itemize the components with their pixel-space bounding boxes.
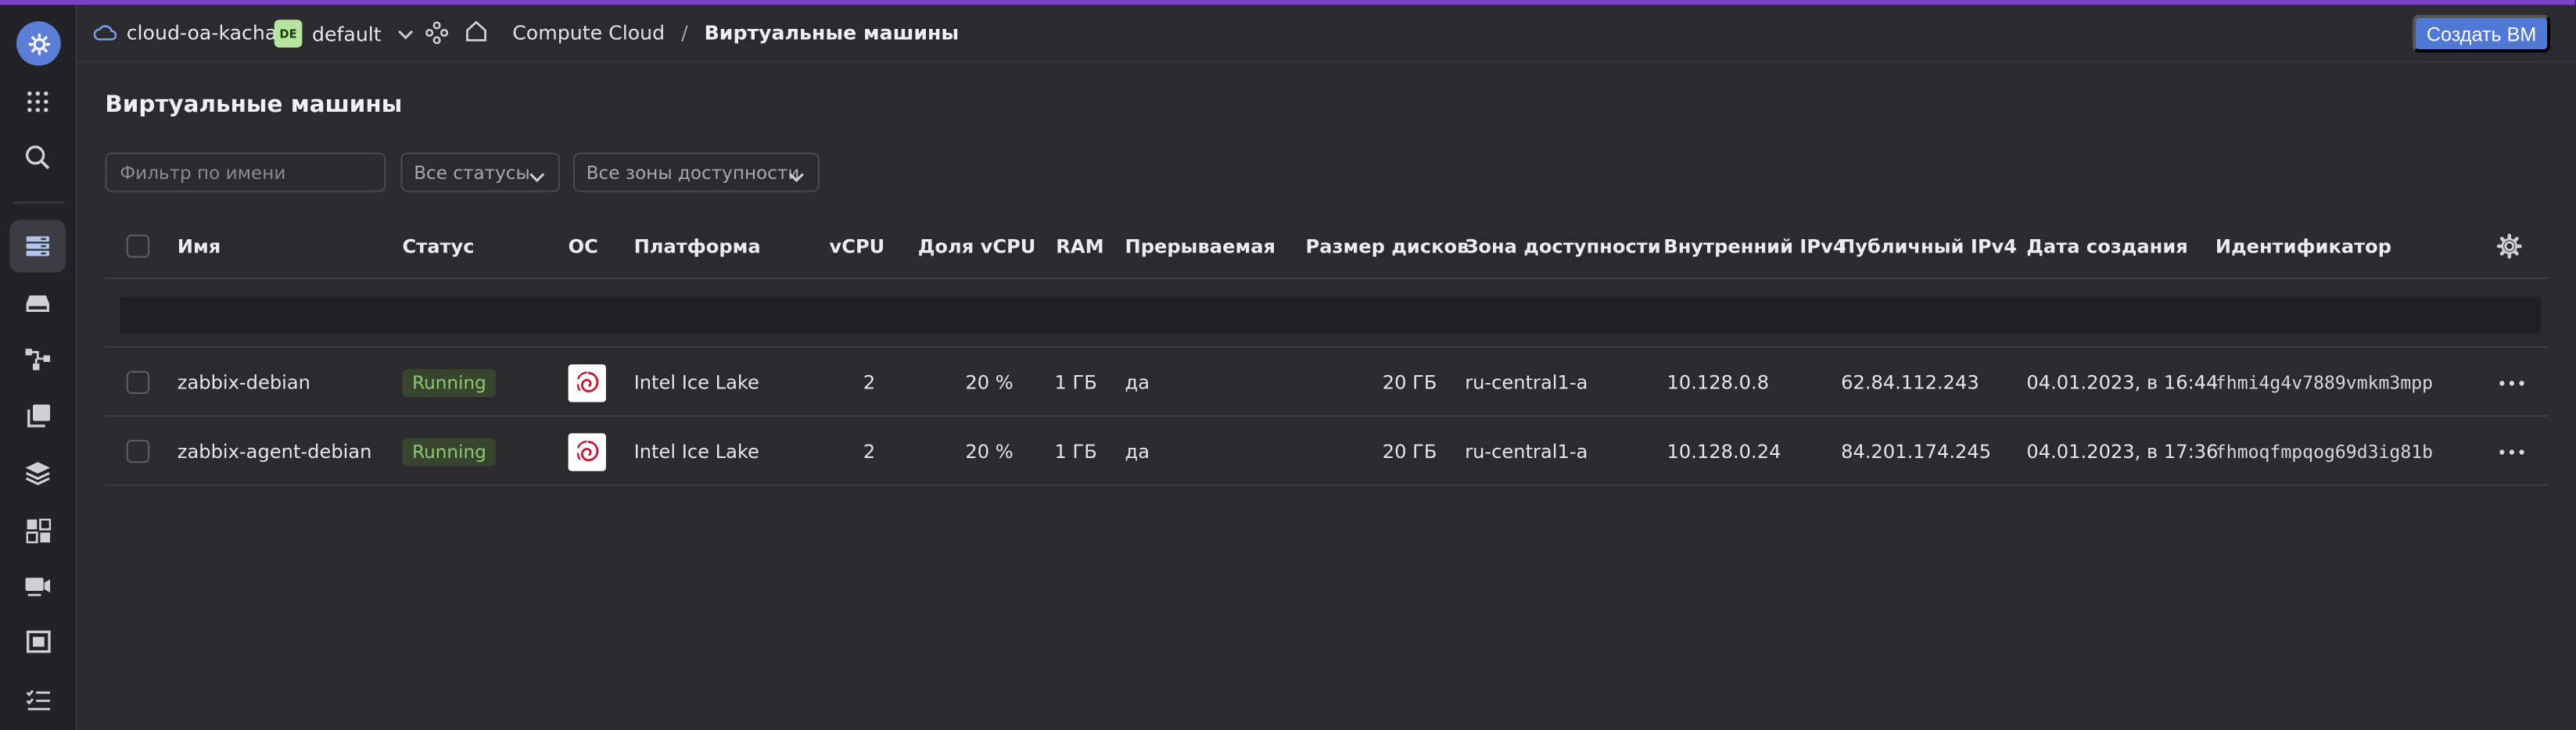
column-header-public-ip[interactable]: Публичный IPv4 <box>1839 213 2017 279</box>
status-badge: Running <box>402 368 497 397</box>
zone-select[interactable]: Все зоны доступности <box>572 152 820 192</box>
logo-icon[interactable] <box>16 21 61 66</box>
column-header-created[interactable]: Дата создания <box>2026 213 2187 279</box>
column-header-preemptible[interactable]: Прерываемая <box>1125 213 1275 279</box>
breadcrumb-compute-cloud[interactable]: Compute Cloud <box>512 21 665 44</box>
images-icon[interactable] <box>21 399 54 431</box>
create-vm-button[interactable]: Создать ВМ <box>2412 14 2551 53</box>
operations-icon[interactable] <box>21 683 54 716</box>
zone-cell: ru-central1-a <box>1465 370 1588 394</box>
left-sidebar <box>0 5 77 730</box>
cloud-name: cloud-oa-kachan <box>126 21 290 45</box>
page-title: Виртуальные машины <box>105 91 403 119</box>
loading-placeholder-bar <box>120 297 2541 334</box>
column-header-platform[interactable]: Платформа <box>634 213 761 279</box>
table-row[interactable]: zabbix-debian Running Intel Ice Lake 2 2… <box>105 346 2549 415</box>
column-header-ram[interactable]: RAM <box>1056 213 1103 279</box>
chevron-down-icon <box>529 166 545 187</box>
folder-badge: DE <box>274 20 303 48</box>
search-icon[interactable] <box>21 141 54 174</box>
vm-id-cell: fhmi4g4v7889vmkm3mpp <box>2215 371 2434 393</box>
disk-size-cell: 20 ГБ <box>1382 439 1437 463</box>
table-row[interactable]: zabbix-agent-debian Running Intel Ice La… <box>105 415 2549 484</box>
vcpu-share-cell: 20 % <box>965 370 1014 394</box>
name-filter-input[interactable] <box>105 152 386 192</box>
cloud-icon <box>93 24 117 41</box>
platform-cell: Intel Ice Lake <box>633 370 759 394</box>
row-checkbox[interactable] <box>126 417 150 485</box>
chevron-down-icon <box>788 166 805 187</box>
ram-cell: 1 ГБ <box>1054 439 1097 463</box>
vcpu-cell: 2 <box>863 370 876 394</box>
preemptible-cell: да <box>1125 370 1150 394</box>
breadcrumb-current: Виртуальные машины <box>704 21 960 45</box>
status-select[interactable]: Все статусы <box>400 152 561 192</box>
column-header-zone[interactable]: Зона доступности <box>1465 213 1660 279</box>
zone-select-value: Все зоны доступности <box>586 161 800 184</box>
row-checkbox[interactable] <box>126 348 150 417</box>
disks-icon[interactable] <box>21 287 54 320</box>
status-cell: Running <box>402 417 497 485</box>
column-header-vcpu[interactable]: vCPU <box>830 213 885 279</box>
folder-selector[interactable]: DE default <box>274 20 414 48</box>
vm-name[interactable]: zabbix-debian <box>178 348 310 417</box>
column-header-vcpu-share[interactable]: Доля vCPU <box>918 213 1035 279</box>
app-root: cloud-oa-kachan DE default Compute Cloud… <box>0 0 2575 730</box>
platform-cell: Intel Ice Lake <box>633 439 759 463</box>
select-all-checkbox[interactable] <box>126 213 150 279</box>
vcpu-cell: 2 <box>863 439 876 463</box>
public-ip-cell: 62.84.112.243 <box>1841 370 1979 394</box>
sidebar-divider <box>13 202 64 204</box>
status-badge: Running <box>402 437 497 466</box>
folder-name: default <box>311 22 382 45</box>
vm-id-cell: fhmoqfmpqog69d3ig81b <box>2215 440 2434 463</box>
virtual-machines-icon[interactable] <box>9 220 66 273</box>
cloud-selector[interactable]: cloud-oa-kachan <box>93 21 290 45</box>
debian-os-icon <box>568 417 606 485</box>
column-header-os[interactable]: ОС <box>569 213 598 279</box>
more-actions-icon[interactable] <box>2499 417 2524 485</box>
status-select-value: Все статусы <box>414 161 530 184</box>
chevron-down-icon <box>398 29 414 39</box>
internal-ip-cell: 10.128.0.8 <box>1667 370 1770 394</box>
preemptible-cell: да <box>1125 439 1150 463</box>
created-cell: 04.01.2023, в 17:36 <box>2026 439 2219 463</box>
zone-cell: ru-central1-a <box>1465 439 1588 463</box>
placement-groups-icon[interactable] <box>21 343 54 376</box>
file-storage-icon[interactable] <box>21 625 54 658</box>
column-header-internal-ip[interactable]: Внутренний IPv4 <box>1663 213 1846 279</box>
table-settings-gear-icon[interactable] <box>2496 213 2523 279</box>
services-icon[interactable] <box>425 21 449 45</box>
public-ip-cell: 84.201.174.245 <box>1841 439 1992 463</box>
breadcrumb: Compute Cloud / Виртуальные машины <box>512 21 959 44</box>
status-cell: Running <box>402 348 497 417</box>
disk-size-cell: 20 ГБ <box>1382 370 1437 394</box>
column-header-status[interactable]: Статус <box>403 213 475 279</box>
column-header-id[interactable]: Идентификатор <box>2215 213 2391 279</box>
internal-ip-cell: 10.128.0.24 <box>1667 439 1781 463</box>
debian-os-icon <box>568 348 606 417</box>
apps-grid-icon[interactable] <box>21 85 54 118</box>
header-divider <box>105 277 2549 279</box>
top-header: cloud-oa-kachan DE default Compute Cloud… <box>77 5 2575 63</box>
ram-cell: 1 ГБ <box>1054 370 1097 394</box>
created-cell: 04.01.2023, в 16:44 <box>2026 370 2219 394</box>
table-bottom-border <box>105 484 2549 486</box>
breadcrumb-separator: / <box>681 21 688 45</box>
column-header-disk-size[interactable]: Размер дисков <box>1305 213 1469 279</box>
more-actions-icon[interactable] <box>2499 348 2524 417</box>
column-header-name[interactable]: Имя <box>178 213 221 279</box>
home-icon[interactable] <box>465 20 487 42</box>
instance-groups-icon[interactable] <box>21 456 54 489</box>
vm-name[interactable]: zabbix-agent-debian <box>178 417 372 485</box>
vcpu-share-cell: 20 % <box>965 439 1014 463</box>
snapshots-icon[interactable] <box>21 514 54 546</box>
gpu-clusters-icon[interactable] <box>21 570 54 603</box>
